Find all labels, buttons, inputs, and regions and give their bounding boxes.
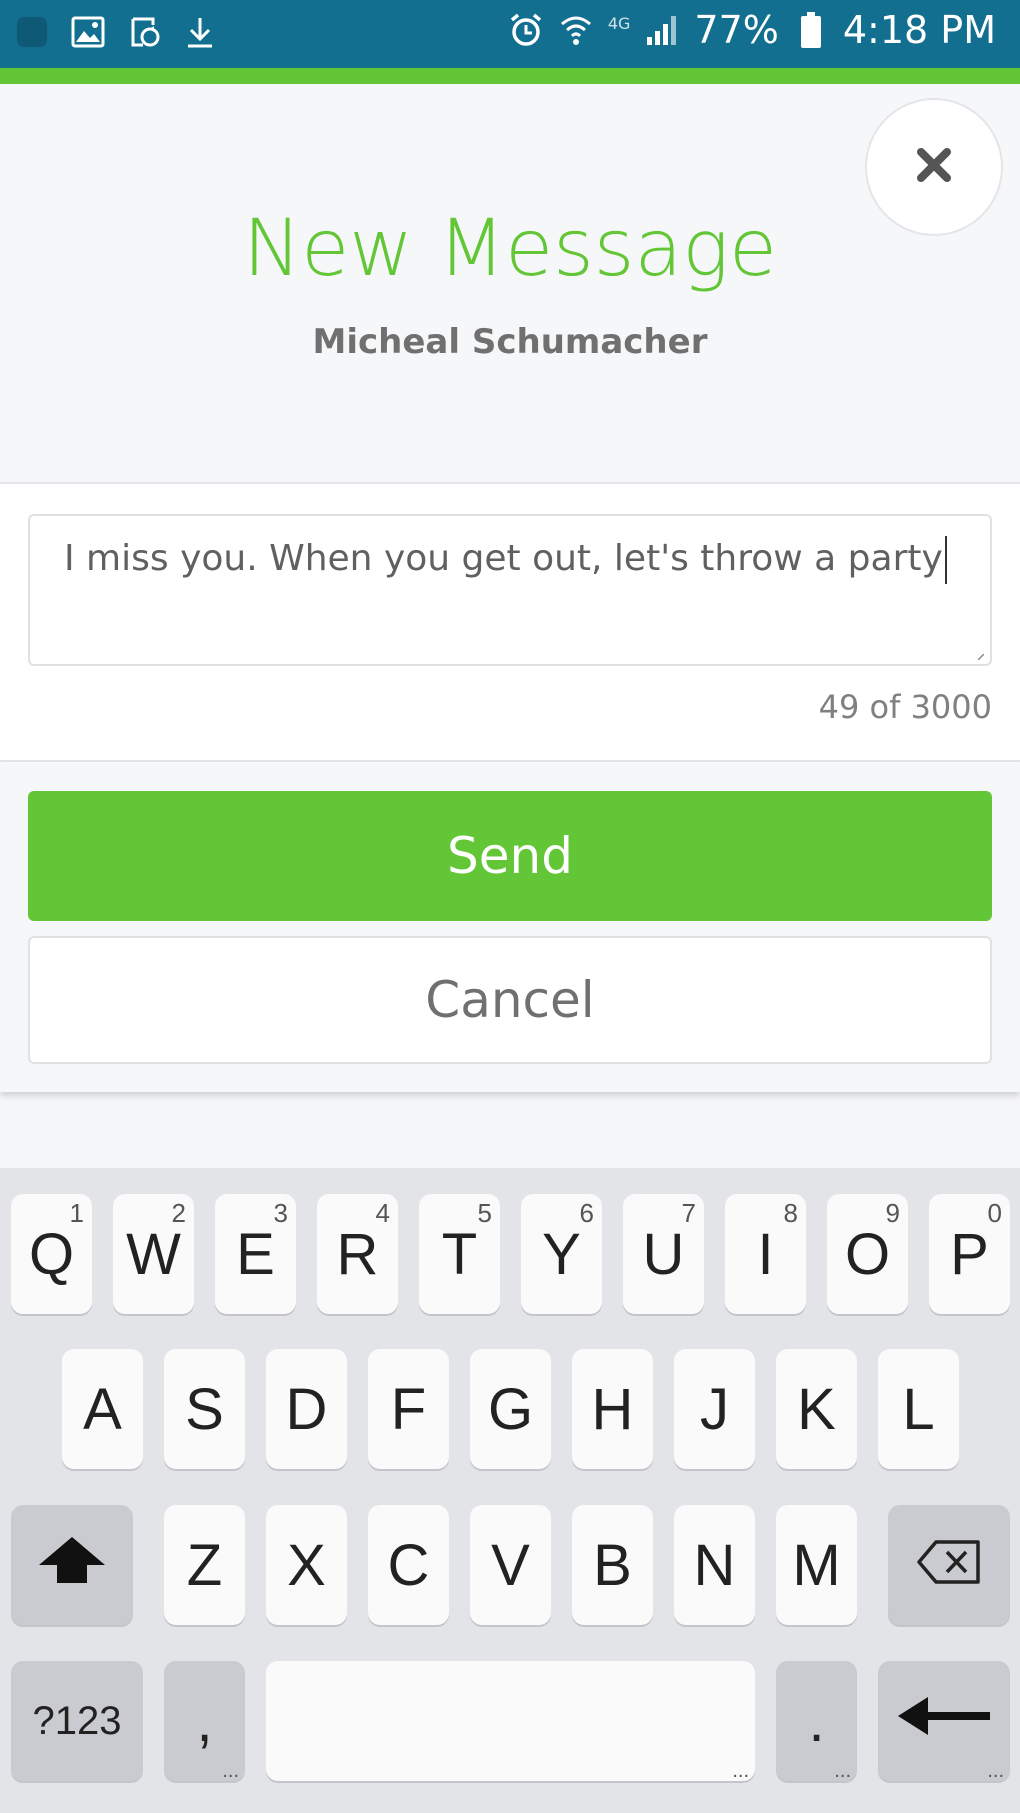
- key-hint: 1: [69, 1198, 84, 1228]
- clock: 4:18 PM: [842, 8, 996, 52]
- key-s[interactable]: S: [164, 1349, 245, 1469]
- enter-arrow-icon: [894, 1688, 994, 1755]
- signal-icon: [644, 12, 680, 48]
- key-label: I: [757, 1221, 774, 1287]
- key-d[interactable]: D: [266, 1349, 347, 1469]
- enter-key[interactable]: ...: [878, 1661, 1010, 1781]
- key-l[interactable]: L: [878, 1349, 959, 1469]
- battery-icon: [793, 12, 829, 48]
- symbols-key[interactable]: ?123: [11, 1661, 143, 1781]
- key-b[interactable]: B: [572, 1505, 653, 1625]
- key-label: R: [336, 1221, 379, 1287]
- dialog-header: New Message Micheal Schumacher: [0, 84, 1020, 482]
- key-r[interactable]: R4: [317, 1194, 398, 1314]
- key-j[interactable]: J: [674, 1349, 755, 1469]
- key-n[interactable]: N: [674, 1505, 755, 1625]
- network-type: 4G: [607, 13, 631, 33]
- accent-bar: [0, 68, 1020, 84]
- key-i[interactable]: I8: [725, 1194, 806, 1314]
- action-buttons: Send Cancel: [0, 762, 1020, 1092]
- resize-grip-icon[interactable]: [978, 654, 984, 660]
- message-text: I miss you. When you get out, let's thro…: [64, 538, 943, 579]
- key-hint: 0: [987, 1198, 1002, 1228]
- key-o[interactable]: O9: [827, 1194, 908, 1314]
- key-k[interactable]: K: [776, 1349, 857, 1469]
- key-more-hint: ...: [732, 1760, 749, 1782]
- send-button[interactable]: Send: [28, 791, 992, 921]
- status-bar: 4G 77% 4:18 PM: [0, 0, 1020, 68]
- key-hint: 4: [375, 1198, 390, 1228]
- backspace-icon: [916, 1532, 982, 1599]
- message-section: I miss you. When you get out, let's thro…: [0, 482, 1020, 762]
- key-v[interactable]: V: [470, 1505, 551, 1625]
- key-z[interactable]: Z: [164, 1505, 245, 1625]
- shift-key[interactable]: [11, 1505, 133, 1625]
- key-label: P: [950, 1221, 989, 1287]
- key-label: Y: [542, 1221, 581, 1287]
- text-cursor: [944, 536, 947, 584]
- key-u[interactable]: U7: [623, 1194, 704, 1314]
- key-hint: 3: [273, 1198, 288, 1228]
- sync-icon: [126, 14, 162, 50]
- key-x[interactable]: X: [266, 1505, 347, 1625]
- key-c[interactable]: C: [368, 1505, 449, 1625]
- key-p[interactable]: P0: [929, 1194, 1010, 1314]
- recipient-name: Micheal Schumacher: [312, 322, 708, 362]
- key-label: U: [642, 1221, 685, 1287]
- key-hint: 6: [579, 1198, 594, 1228]
- keyboard: Q1 W2 E3 R4 T5 Y6 U7 I8 O9 P0 A S D F G …: [0, 1168, 1020, 1813]
- key-label: .: [808, 1688, 825, 1754]
- image-icon: [70, 14, 106, 50]
- key-label: O: [844, 1221, 891, 1287]
- comma-key[interactable]: , ...: [164, 1661, 245, 1781]
- key-h[interactable]: H: [572, 1349, 653, 1469]
- key-g[interactable]: G: [470, 1349, 551, 1469]
- download-icon: [182, 14, 218, 50]
- key-label: ,: [196, 1688, 213, 1754]
- period-key[interactable]: . ...: [776, 1661, 857, 1781]
- key-label: Q: [28, 1221, 75, 1287]
- message-input[interactable]: I miss you. When you get out, let's thro…: [28, 514, 992, 666]
- key-more-hint: ...: [834, 1760, 851, 1782]
- key-e[interactable]: E3: [215, 1194, 296, 1314]
- space-key[interactable]: ...: [266, 1661, 755, 1781]
- character-counter: 49 of 3000: [818, 688, 992, 726]
- key-more-hint: ...: [222, 1760, 239, 1782]
- key-label: T: [441, 1221, 478, 1287]
- key-q[interactable]: Q1: [11, 1194, 92, 1314]
- key-label: W: [126, 1221, 181, 1287]
- app-icon: [14, 14, 50, 50]
- key-a[interactable]: A: [62, 1349, 143, 1469]
- key-hint: 5: [477, 1198, 492, 1228]
- key-hint: 9: [885, 1198, 900, 1228]
- shift-icon: [37, 1532, 107, 1599]
- key-t[interactable]: T5: [419, 1194, 500, 1314]
- backspace-key[interactable]: [888, 1505, 1010, 1625]
- key-hint: 7: [681, 1198, 696, 1228]
- cancel-button[interactable]: Cancel: [28, 936, 992, 1064]
- alarm-icon: [508, 12, 544, 48]
- page-title: New Message: [242, 204, 778, 294]
- close-icon: [915, 146, 953, 189]
- key-hint: 2: [171, 1198, 186, 1228]
- key-label: E: [236, 1221, 275, 1287]
- key-f[interactable]: F: [368, 1349, 449, 1469]
- wifi-icon: [558, 12, 594, 48]
- key-more-hint: ...: [987, 1760, 1004, 1782]
- key-y[interactable]: Y6: [521, 1194, 602, 1314]
- key-hint: 8: [783, 1198, 798, 1228]
- key-w[interactable]: W2: [113, 1194, 194, 1314]
- battery-percent: 77%: [694, 8, 779, 52]
- key-m[interactable]: M: [776, 1505, 857, 1625]
